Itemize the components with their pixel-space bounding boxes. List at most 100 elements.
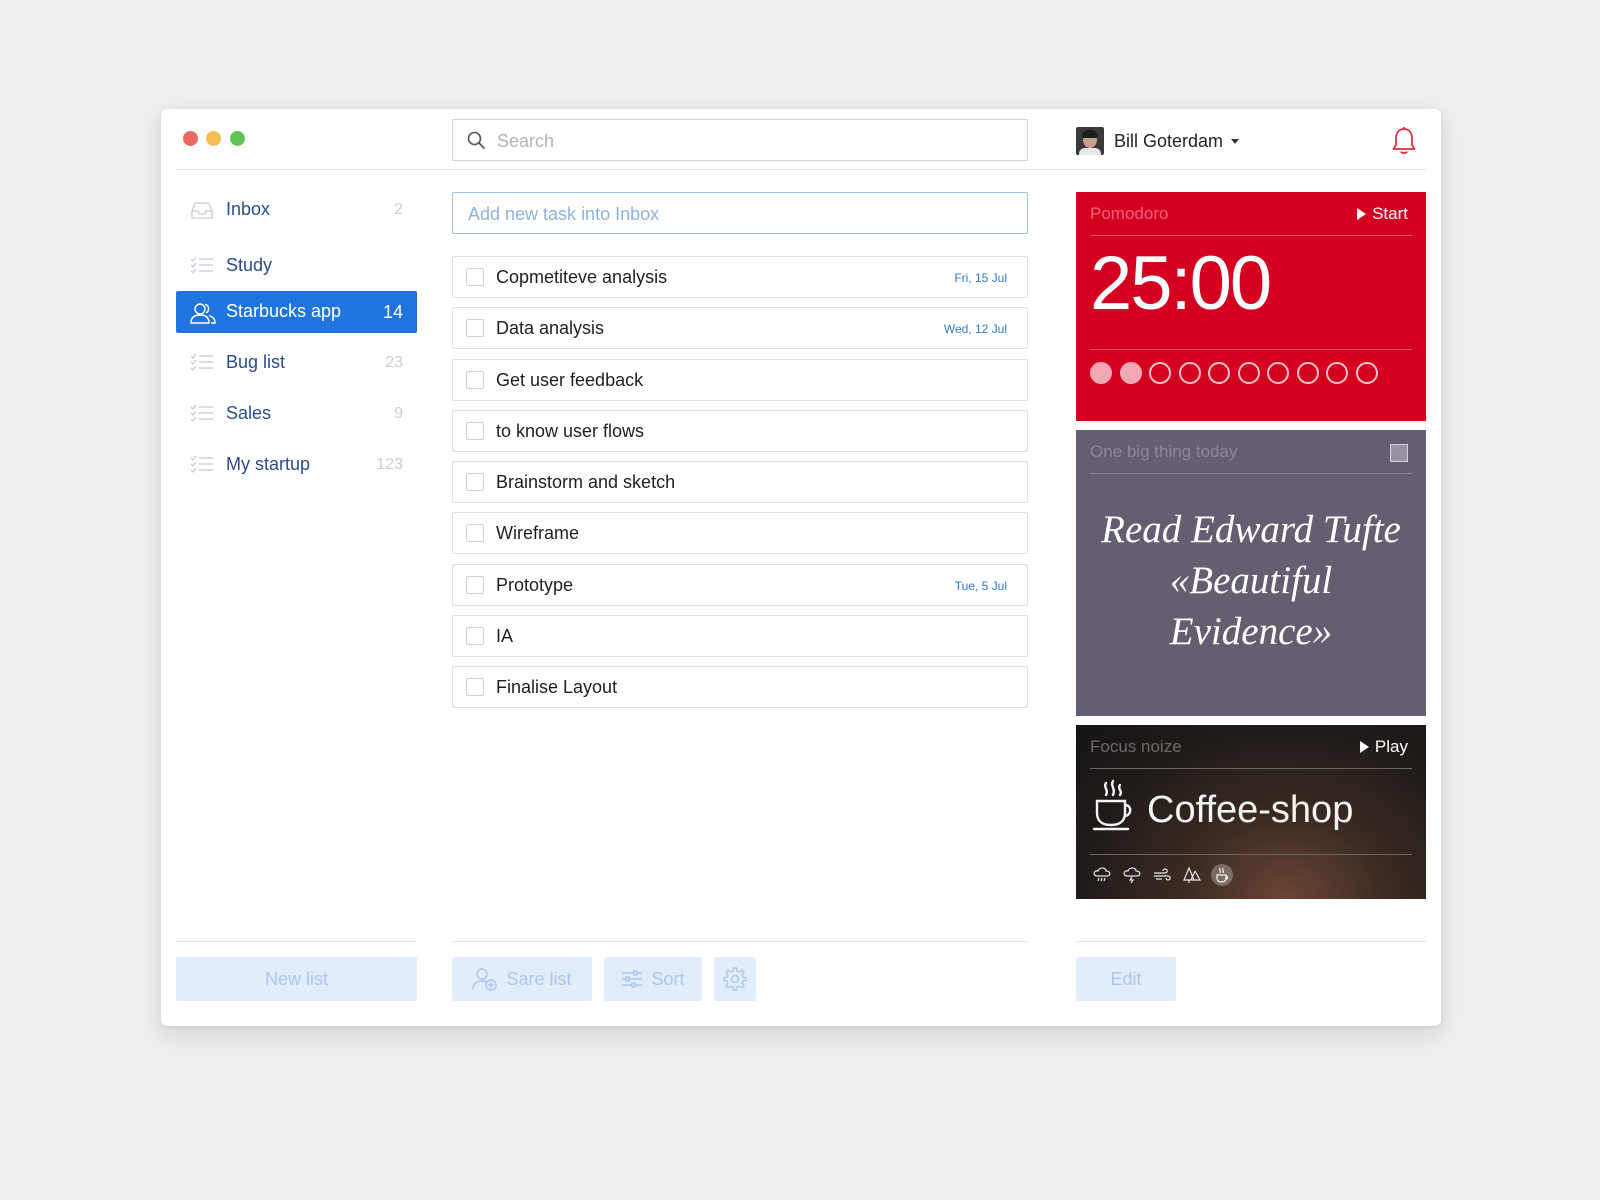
add-task-input[interactable] [466, 193, 1010, 235]
pomodoro-circle [1208, 362, 1230, 384]
task-row[interactable]: IA [452, 615, 1028, 658]
sidebar-item-label: My startup [226, 454, 311, 474]
task-row[interactable]: Brainstorm and sketch [452, 461, 1028, 504]
sidebar-item-count: 14 [382, 302, 403, 322]
sidebar-item-inbox[interactable]: Inbox 2 [176, 189, 417, 231]
task-checkbox[interactable] [466, 421, 484, 440]
pomodoro-circle [1296, 362, 1319, 384]
task-checkbox[interactable] [466, 370, 484, 389]
edit-button[interactable]: Edit [1076, 957, 1176, 1001]
pomodoro-circle [1237, 362, 1260, 384]
forest-sound-button[interactable] [1181, 864, 1203, 886]
footer-divider [1076, 941, 1426, 942]
task-checkbox[interactable] [466, 268, 484, 286]
task-checkbox[interactable] [466, 319, 484, 338]
sidebar: Inbox 2 Study Starbucks app 14 Bug list … [176, 189, 417, 495]
close-window-button[interactable] [183, 131, 198, 146]
pomodoro-timer: 25:00 [1090, 241, 1272, 326]
task-row[interactable]: Prototype Tue, 5 Jul [452, 563, 1028, 606]
pomodoro-start-button[interactable]: Start [1357, 204, 1408, 224]
list-icon [190, 256, 213, 274]
notifications-button[interactable] [1391, 126, 1417, 161]
task-list: Copmetiteve analysis Fri, 15 Jul Data an… [452, 256, 1028, 718]
pomodoro-circle [1355, 362, 1378, 384]
focus-noise-widget: Focus noize Play Coffee-shop [1076, 725, 1426, 899]
task-row[interactable]: Copmetiteve analysis Fri, 15 Jul [452, 256, 1028, 298]
pomodoro-widget: Pomodoro Start 25:00 [1076, 192, 1426, 421]
focus-noise-label: Focus noize [1090, 737, 1182, 756]
thunder-icon [1123, 867, 1141, 883]
sidebar-item-my-startup[interactable]: My startup 123 [176, 444, 417, 486]
users-icon [190, 303, 216, 324]
rain-icon [1093, 867, 1111, 882]
user-name: Bill Goterdam [1114, 130, 1224, 151]
wind-icon [1154, 868, 1171, 881]
play-icon [1359, 741, 1369, 753]
task-due-date: Wed, 12 Jul [943, 322, 1007, 337]
big-thing-checkbox[interactable] [1390, 444, 1408, 462]
task-checkbox[interactable] [466, 678, 484, 697]
minimize-window-button[interactable] [206, 131, 221, 146]
sliders-icon [622, 970, 643, 988]
pomodoro-progress [1090, 362, 1385, 384]
settings-button[interactable] [714, 957, 756, 1001]
new-list-button[interactable]: New list [176, 957, 417, 1001]
app-window: Bill Goterdam Inbox 2 [161, 109, 1441, 1026]
task-checkbox[interactable] [466, 627, 484, 646]
header-divider [176, 169, 1426, 170]
divider [1090, 235, 1412, 236]
pomodoro-circle [1119, 362, 1142, 384]
play-icon [1357, 208, 1367, 220]
sort-button[interactable]: Sort [604, 957, 702, 1001]
pomodoro-label: Pomodoro [1090, 204, 1169, 223]
sidebar-item-count: 23 [385, 354, 403, 371]
task-row[interactable]: Wireframe [452, 512, 1028, 555]
search-input[interactable] [495, 120, 1019, 162]
divider [1090, 349, 1412, 350]
sidebar-item-sales[interactable]: Sales 9 [176, 393, 417, 435]
task-title: Prototype [496, 574, 574, 595]
task-due-date: Fri, 15 Jul [954, 271, 1007, 285]
coffee-sound-button[interactable] [1211, 864, 1233, 886]
pomodoro-circle [1178, 362, 1201, 384]
wind-sound-button[interactable] [1151, 864, 1173, 886]
list-icon [190, 404, 213, 422]
footer-divider [176, 941, 417, 942]
sidebar-item-label: Inbox [226, 199, 271, 219]
user-menu[interactable]: Bill Goterdam [1076, 126, 1240, 156]
sidebar-item-label: Study [226, 255, 273, 275]
task-due-date: Tue, 5 Jul [954, 578, 1007, 593]
new-list-label: New list [264, 968, 328, 989]
search-box[interactable] [452, 119, 1028, 162]
pomodoro-circle [1090, 362, 1112, 384]
bell-icon [1392, 127, 1416, 154]
search-icon [467, 131, 485, 149]
thunder-sound-button[interactable] [1121, 864, 1143, 886]
task-row[interactable]: Get user feedback [452, 358, 1028, 401]
task-title: Wireframe [496, 523, 580, 544]
share-list-button[interactable]: Sare list [452, 957, 592, 1001]
task-row[interactable]: Finalise Layout [452, 666, 1028, 709]
sidebar-item-study[interactable]: Study [176, 245, 417, 287]
task-checkbox[interactable] [466, 575, 484, 594]
task-row[interactable]: to know user flows [452, 409, 1028, 452]
inbox-icon [191, 202, 213, 219]
maximize-window-button[interactable] [230, 131, 245, 146]
task-checkbox[interactable] [466, 524, 484, 543]
pomodoro-circle [1267, 362, 1289, 384]
sidebar-item-bug-list[interactable]: Bug list 23 [176, 342, 417, 384]
sidebar-item-starbucks-app[interactable]: Starbucks app 14 [176, 291, 417, 333]
focus-play-button[interactable]: Play [1359, 737, 1408, 757]
add-task-box[interactable] [452, 192, 1028, 235]
task-title: Get user feedback [496, 369, 644, 390]
task-row[interactable]: Data analysis Wed, 12 Jul [452, 307, 1028, 350]
focus-sound-name: Coffee-shop [1147, 789, 1354, 831]
task-checkbox[interactable] [466, 473, 484, 492]
task-title: to know user flows [496, 420, 645, 441]
big-thing-widget: One big thing today Read Edward Tufte «B… [1076, 430, 1426, 716]
gear-icon [723, 967, 747, 991]
divider [1090, 473, 1412, 474]
rain-sound-button[interactable] [1091, 864, 1113, 886]
sidebar-item-label: Starbucks app [226, 301, 342, 321]
chevron-down-icon [1231, 138, 1240, 144]
